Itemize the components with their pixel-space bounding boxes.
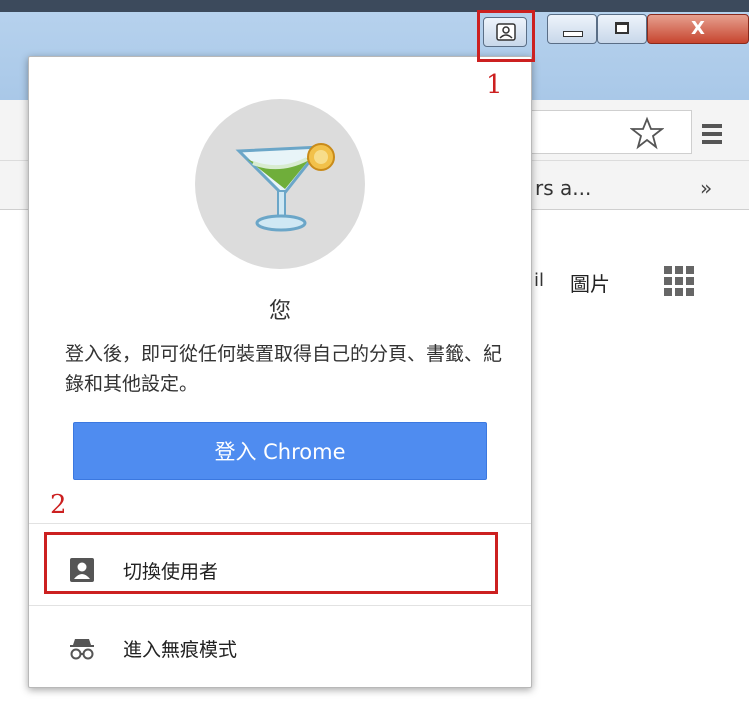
minimize-button[interactable] [547, 14, 597, 44]
bookmark-item[interactable]: rs a... [535, 176, 591, 200]
gmail-link[interactable]: il [534, 270, 544, 291]
chrome-menu-icon[interactable] [702, 124, 722, 144]
grid-dot [664, 288, 672, 296]
grid-dot [675, 277, 683, 285]
menu-bar [702, 124, 722, 128]
apps-grid-icon[interactable] [664, 266, 694, 296]
signin-description: 登入後，即可從任何裝置取得自己的分頁、書籤、紀錄和其他設定。 [65, 343, 503, 395]
close-button[interactable]: X [647, 14, 749, 44]
incognito-menu-item[interactable]: 進入無痕模式 [29, 619, 531, 679]
menu-bar [702, 140, 722, 144]
bookmarks-overflow-chevron-icon[interactable]: » [700, 176, 712, 200]
grid-dot [675, 288, 683, 296]
grid-dot [664, 277, 672, 285]
annotation-label-2: 2 [50, 490, 67, 520]
minimize-icon [563, 31, 583, 37]
omnibox[interactable] [520, 110, 692, 154]
avatar[interactable] [195, 99, 365, 269]
maximize-icon [615, 22, 629, 34]
grid-dot [675, 266, 683, 274]
annotation-box-1 [477, 10, 535, 62]
profile-name: 您 [268, 299, 291, 324]
cocktail-avatar-icon [235, 143, 335, 232]
bookmark-star-icon[interactable] [630, 116, 664, 150]
grid-dot [686, 288, 694, 296]
grid-dot [686, 266, 694, 274]
annotation-label-1: 1 [486, 70, 503, 100]
close-icon: X [691, 18, 705, 39]
grid-dot [664, 266, 672, 274]
divider [29, 605, 531, 606]
menu-bar [702, 132, 722, 136]
titlebar-edge [0, 0, 749, 12]
incognito-icon [70, 639, 94, 660]
maximize-button[interactable] [597, 14, 647, 44]
grid-dot [686, 277, 694, 285]
signin-chrome-button[interactable]: 登入 Chrome [73, 422, 487, 480]
annotation-box-2 [44, 532, 498, 594]
incognito-label: 進入無痕模式 [123, 639, 238, 661]
divider [29, 523, 531, 524]
images-link[interactable]: 圖片 [570, 268, 610, 297]
